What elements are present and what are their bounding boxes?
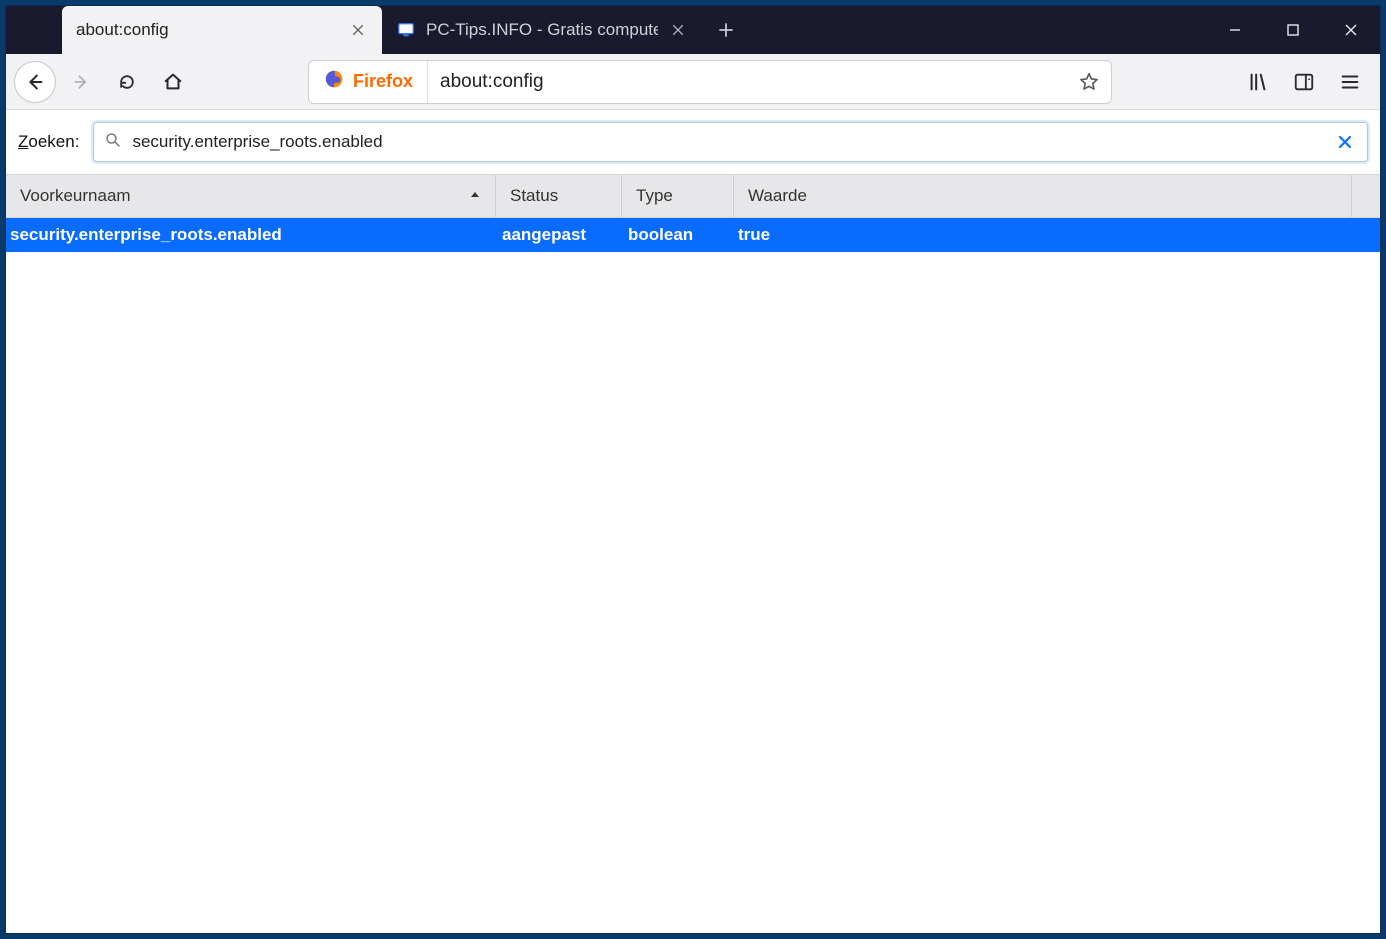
address-bar[interactable]: Firefox about:config [308, 60, 1112, 104]
titlebar: about:config PC-Tips.INFO - Gratis compu… [6, 6, 1380, 54]
sidebar-button[interactable] [1282, 60, 1326, 104]
nav-toolbar: Firefox about:config [6, 54, 1380, 110]
firefox-window: about:config PC-Tips.INFO - Gratis compu… [6, 6, 1380, 933]
col-header-value[interactable]: Waarde [734, 175, 1352, 217]
clear-search-icon[interactable] [1333, 130, 1357, 154]
col-header-type[interactable]: Type [622, 175, 734, 217]
search-label: Zoeken: [18, 132, 79, 152]
config-search-input[interactable] [132, 132, 1323, 152]
tab-label: PC-Tips.INFO - Gratis compute [426, 20, 658, 40]
maximize-button[interactable] [1264, 6, 1322, 54]
col-header-name[interactable]: Voorkeurnaam [6, 175, 496, 217]
window-controls [1206, 6, 1380, 54]
tab-pctips[interactable]: PC-Tips.INFO - Gratis compute [382, 6, 702, 54]
url-text[interactable]: about:config [428, 71, 1067, 93]
prefs-table: Voorkeurnaam Status Type Waarde security… [6, 174, 1380, 933]
column-picker-button[interactable] [1352, 175, 1380, 217]
site-identity[interactable]: Firefox [309, 61, 428, 103]
site-favicon-icon [396, 20, 416, 40]
app-menu-button[interactable] [1328, 60, 1372, 104]
col-header-status[interactable]: Status [496, 175, 622, 217]
forward-button[interactable] [60, 61, 102, 103]
close-tab-icon[interactable] [348, 20, 368, 40]
search-icon [104, 131, 122, 154]
pref-type-cell: boolean [622, 225, 734, 245]
reload-button[interactable] [106, 61, 148, 103]
table-row[interactable]: security.enterprise_roots.enabled aangep… [6, 218, 1380, 252]
pref-name-cell: security.enterprise_roots.enabled [6, 225, 496, 245]
home-button[interactable] [152, 61, 194, 103]
identity-brand-text: Firefox [353, 71, 413, 92]
config-search-row: Zoeken: [6, 110, 1380, 174]
firefox-icon [323, 68, 345, 95]
minimize-button[interactable] [1206, 6, 1264, 54]
config-search-box[interactable] [93, 122, 1368, 162]
tab-label: about:config [76, 20, 338, 40]
table-header-row: Voorkeurnaam Status Type Waarde [6, 174, 1380, 218]
sort-asc-icon [469, 186, 481, 206]
tab-about-config[interactable]: about:config [62, 6, 382, 54]
close-tab-icon[interactable] [668, 20, 688, 40]
bookmark-star-icon[interactable] [1067, 71, 1111, 93]
back-button[interactable] [14, 61, 56, 103]
tab-strip: about:config PC-Tips.INFO - Gratis compu… [6, 6, 702, 54]
pref-status-cell: aangepast [496, 225, 622, 245]
library-button[interactable] [1236, 60, 1280, 104]
close-window-button[interactable] [1322, 6, 1380, 54]
new-tab-button[interactable] [702, 6, 750, 54]
pref-value-cell: true [734, 225, 1352, 245]
